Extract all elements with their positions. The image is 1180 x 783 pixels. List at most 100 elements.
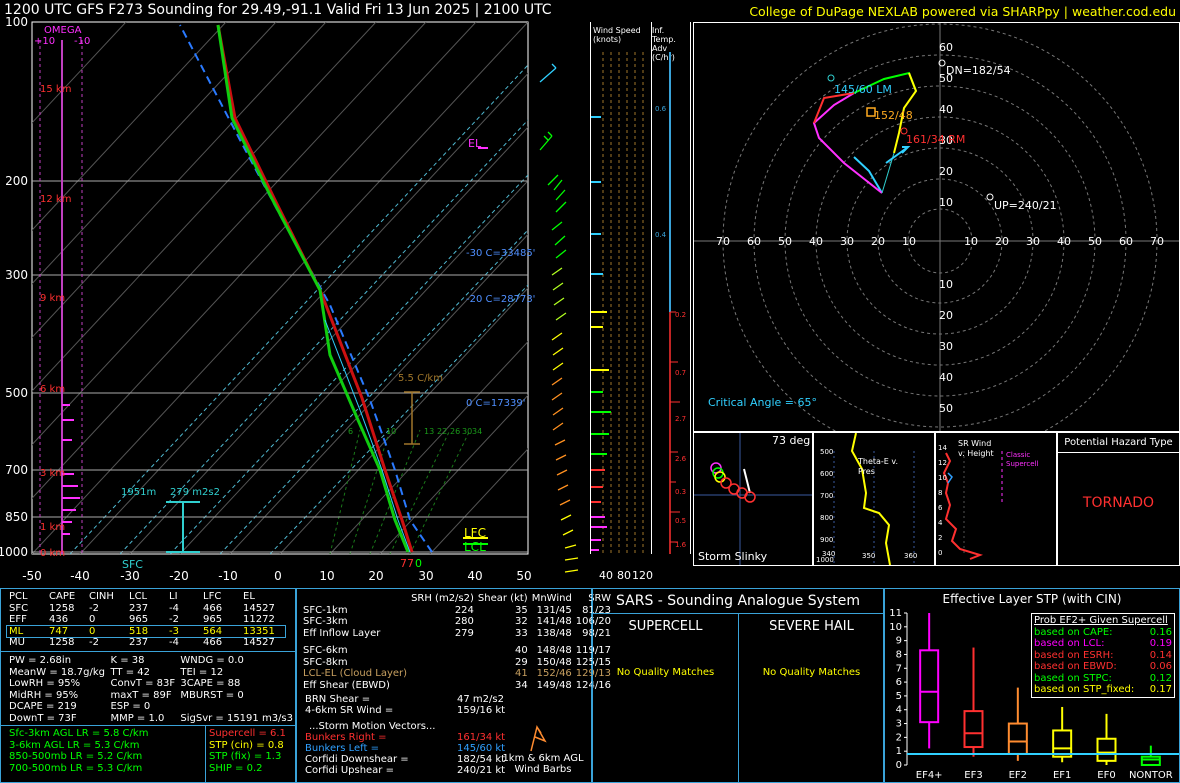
brn-label: BRN Shear =	[305, 694, 371, 705]
cell: MidRH = 95%	[9, 689, 79, 701]
omega-tick-pos: +10	[34, 36, 55, 47]
slinky-svg	[694, 433, 812, 565]
cell: 35	[514, 604, 528, 616]
legend-item: based on EBWD: 0.06	[1034, 661, 1172, 673]
cell: 32	[514, 616, 528, 627]
parcel-table: PCL CAPE CINH LCL LI LFC EL SFC 1258 -2 23…	[6, 591, 286, 649]
wetbulb-label: 26	[450, 427, 460, 436]
kinematics-panel: SRH (m2/s2) Shear (kt) MnWind SRW SFC-1k…	[296, 588, 611, 783]
table-row: LCL-EL (Cloud Layer) 41 152/46 129/13	[301, 668, 613, 680]
sr-h-tick: 4	[938, 519, 943, 527]
table-row: MidRH = 95% maxT = 89F MBURST = 0	[7, 690, 295, 702]
cell: 0	[89, 625, 96, 637]
sars-nomatch-hail: No Quality Matches	[762, 667, 861, 678]
stp-y-tick: 6	[896, 677, 902, 688]
p-tick-1000: 1000	[0, 545, 28, 559]
stp-y-tick: 2	[896, 732, 902, 743]
table-row: LowRH = 95% ConvT = 83F 3CAPE = 88	[7, 678, 295, 690]
t-tick: -20	[169, 569, 189, 583]
cell: 40	[514, 645, 528, 656]
ring-label: 70	[1150, 235, 1164, 248]
lapse-rate: 850-500mb LR = 5.2 C/km	[9, 751, 143, 762]
ring-label: 10	[964, 235, 978, 248]
theta-p-tick: 900	[820, 536, 834, 544]
stp-y-tick: 8	[896, 649, 902, 660]
lapse-rate: 3-6km AGL LR = 5.3 C/km	[9, 739, 140, 751]
kinematics-table: SRH (m2/s2) Shear (kt) MnWind SRW SFC-1k…	[301, 593, 613, 691]
indices-table: PW = 2.68in K = 38 WNDG = 0.0 MeanW = 18.7…	[7, 655, 295, 724]
sr-wind-panel: SR Wind v. Height Classic Supercell 14 1…	[935, 432, 1057, 566]
ring-label: 10	[902, 235, 916, 248]
legend-value: 0.16	[1149, 626, 1172, 638]
table-row: SFC 1258 -2 237 -4 466 14527	[7, 603, 285, 615]
legend-item: based on ESRH: 0.14	[1034, 650, 1172, 662]
stp-y-tick: 5	[896, 691, 902, 702]
cell: 965	[203, 614, 223, 625]
cell: SFC-6km	[303, 645, 348, 656]
col-header: EL	[243, 591, 255, 602]
sr-h-tick: 6	[938, 504, 943, 512]
stp-category: EF3	[964, 770, 982, 781]
cell: 466	[203, 602, 223, 614]
wetbulb-label: 22	[437, 427, 447, 436]
stp-panel: Effective Layer STP (with CIN) 012345678…	[884, 588, 1180, 783]
cell	[178, 701, 295, 713]
thermo-panel: PCL CAPE CINH LCL LI LFC EL SFC 1258 -2 23…	[0, 588, 296, 783]
lapse-label: 5.5 C/km	[398, 373, 443, 384]
sr46-label: 4-6km SR Wind =	[305, 705, 394, 716]
hodograph-panel: 70 60 50 40 30 20 10 10 20 30 40 50 60 7…	[693, 22, 1180, 432]
col-header: LCL	[129, 591, 148, 602]
theta-p-tick: 700	[820, 492, 834, 500]
cell: 0	[89, 614, 96, 625]
temp-adv-bars	[669, 52, 680, 554]
legend-label: based on STPC:	[1034, 672, 1112, 684]
theta-p-tick: 500	[820, 448, 834, 456]
composite: STP (cin) = 0.8	[209, 739, 284, 751]
motion-label: Bunkers Left =	[305, 743, 379, 754]
height-label: 9 km	[40, 293, 65, 304]
t-tick: 0	[274, 569, 282, 583]
legend-value: 0.14	[1149, 649, 1172, 661]
eff-srh: 279 m2s2	[170, 487, 220, 498]
sfc-temp: 77	[400, 557, 414, 570]
stp-category: EF1	[1053, 770, 1071, 781]
cell: 1258	[49, 637, 75, 648]
cell: K = 38	[110, 655, 145, 666]
sr-tag: Classic Supercell	[1006, 451, 1039, 468]
skewt-chart: 100 200 300 500 700 850 1000 -50 -40 -30…	[0, 15, 579, 583]
cell: TT = 42	[110, 666, 150, 678]
cell: MeanW = 18.7g/kg	[9, 666, 105, 678]
cell: -2	[169, 614, 179, 625]
lapse-rate: Sfc-3km AGL LR = 5.8 C/km	[9, 728, 149, 739]
ring-label: 60	[939, 41, 953, 54]
sars-title: SARS - Sounding Analogue System	[616, 593, 860, 609]
height-label: 0 km	[40, 548, 65, 559]
col-header: Shear (kt)	[477, 593, 528, 604]
cell: EFF	[9, 614, 27, 625]
stp-box	[1096, 737, 1117, 762]
height-label: 6 km	[40, 384, 65, 395]
sfc-label: SFC	[122, 558, 143, 571]
table-row-selected[interactable]: ML 747 0 518 -3 564 13351	[6, 624, 286, 638]
legend-label: based on ESRH:	[1034, 649, 1114, 661]
stp-y-tick: 3	[896, 719, 902, 730]
cell: 14527	[243, 602, 275, 614]
table-row: Eff Inflow Layer 279 33 138/48 98/21	[301, 628, 613, 640]
cell: SFC-3km	[303, 616, 348, 627]
hazard-panel: Potential Hazard Type TORNADO	[1057, 432, 1180, 566]
cell: 29	[514, 656, 528, 668]
t-tick: 30	[418, 569, 433, 583]
stp-y-tick: 9	[896, 636, 902, 647]
sars-panel: SARS - Sounding Analogue System SUPERCEL…	[592, 588, 884, 783]
ws-tick: 120	[632, 569, 653, 582]
ring-label: 50	[778, 235, 792, 248]
stp-y-tick: 4	[896, 705, 902, 716]
legend-value: 0.06	[1149, 661, 1172, 672]
col-header: CINH	[89, 591, 114, 602]
cell: SigSvr = 15191 m3/s3	[180, 712, 293, 724]
cell: 141/48	[536, 616, 572, 627]
cell: MBURST = 0	[180, 689, 244, 701]
motion-value: 161/34 kt	[457, 732, 506, 743]
stp-category: EF2	[1009, 770, 1027, 781]
sr-h-tick: 14	[938, 444, 947, 452]
